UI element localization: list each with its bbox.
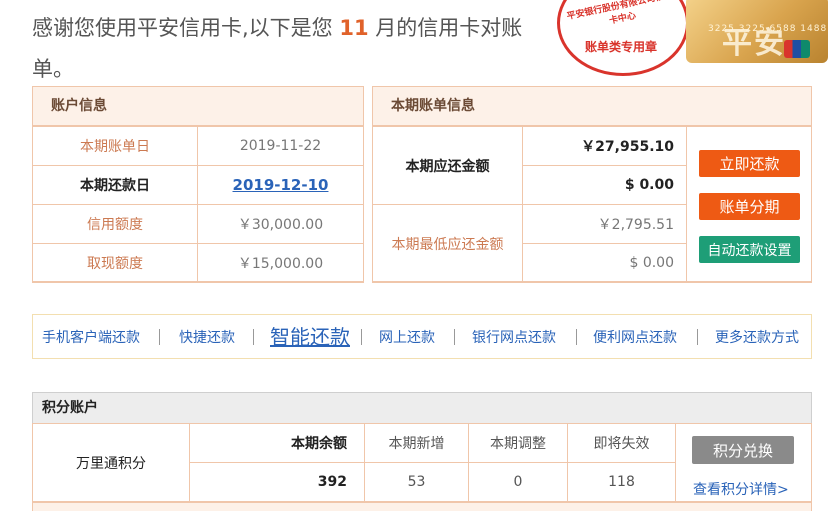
points-value-new: 53 xyxy=(364,462,469,502)
points-header-expiring: 即将失效 xyxy=(567,423,676,463)
due-amount-label: 本期应还金额 xyxy=(372,126,523,205)
points-detail-link[interactable]: 查看积分详情> xyxy=(693,479,789,499)
separator xyxy=(454,329,455,345)
repay-now-button[interactable]: 立即还款 xyxy=(699,150,800,177)
points-header-balance: 本期余额 xyxy=(189,423,365,463)
next-section-edge xyxy=(32,502,812,511)
link-quick-repay[interactable]: 快捷还款 xyxy=(179,315,235,360)
account-row-label: 本期还款日 xyxy=(32,165,198,205)
account-row-value: ￥30,000.00 xyxy=(197,204,364,244)
points-header-adjust: 本期调整 xyxy=(468,423,568,463)
separator xyxy=(576,329,577,345)
min-amount-usd: $ 0.00 xyxy=(522,243,687,283)
points-title: 积分账户 xyxy=(32,392,812,424)
link-smart-repay[interactable]: 智能还款 xyxy=(270,315,350,360)
separator xyxy=(361,329,362,345)
points-row-label: 万里通积分 xyxy=(32,423,190,502)
separator xyxy=(697,329,698,345)
due-amount-rmb: ￥27,955.10 xyxy=(522,126,687,166)
due-amount-usd: $ 0.00 xyxy=(522,165,687,205)
link-convenience-repay[interactable]: 便利网点还款 xyxy=(593,315,677,360)
account-info-title: 账户信息 xyxy=(33,87,363,126)
installment-button[interactable]: 账单分期 xyxy=(699,193,800,220)
points-header-new: 本期新增 xyxy=(364,423,469,463)
points-value-balance: 392 xyxy=(189,462,365,502)
account-row-label: 本期账单日 xyxy=(32,126,198,166)
link-more-repay[interactable]: 更多还款方式 xyxy=(715,315,799,360)
link-mobile-repay[interactable]: 手机客户端还款 xyxy=(42,315,140,360)
repay-methods-bar: 手机客户端还款 快捷还款 智能还款 网上还款 银行网点还款 便利网点还款 更多还… xyxy=(32,314,812,359)
separator xyxy=(159,329,160,345)
bill-info-title: 本期账单信息 xyxy=(373,87,811,126)
link-online-repay[interactable]: 网上还款 xyxy=(379,315,435,360)
statement-month: 11 xyxy=(339,16,369,40)
separator xyxy=(253,329,254,345)
auto-repay-button[interactable]: 自动还款设置 xyxy=(699,236,800,263)
account-row-label: 信用额度 xyxy=(32,204,198,244)
card-number-text: 3225 3225 6588 1488 xyxy=(708,24,828,34)
unionpay-logo-icon xyxy=(784,40,810,58)
account-row-value: 2019-11-22 xyxy=(197,126,364,166)
min-amount-label: 本期最低应还金额 xyxy=(372,204,523,283)
account-row-value: 2019-12-10 xyxy=(197,165,364,205)
intro-prefix: 感谢您使用平安信用卡,以下是您 xyxy=(32,16,333,40)
account-row-value: ￥15,000.00 xyxy=(197,243,364,283)
stamp-center-text: 账单类专用章 xyxy=(584,40,657,54)
account-row-label: 取现额度 xyxy=(32,243,198,283)
link-branch-repay[interactable]: 银行网点还款 xyxy=(472,315,556,360)
points-value-expiring: 118 xyxy=(567,462,676,502)
min-amount-rmb: ￥2,795.51 xyxy=(522,204,687,244)
redeem-points-button[interactable]: 积分兑换 xyxy=(692,436,794,464)
points-value-adjust: 0 xyxy=(468,462,568,502)
repay-date-link[interactable]: 2019-12-10 xyxy=(233,176,329,194)
statement-intro: 感谢您使用平安信用卡,以下是您 11 月的信用卡对账单。 xyxy=(32,8,552,90)
